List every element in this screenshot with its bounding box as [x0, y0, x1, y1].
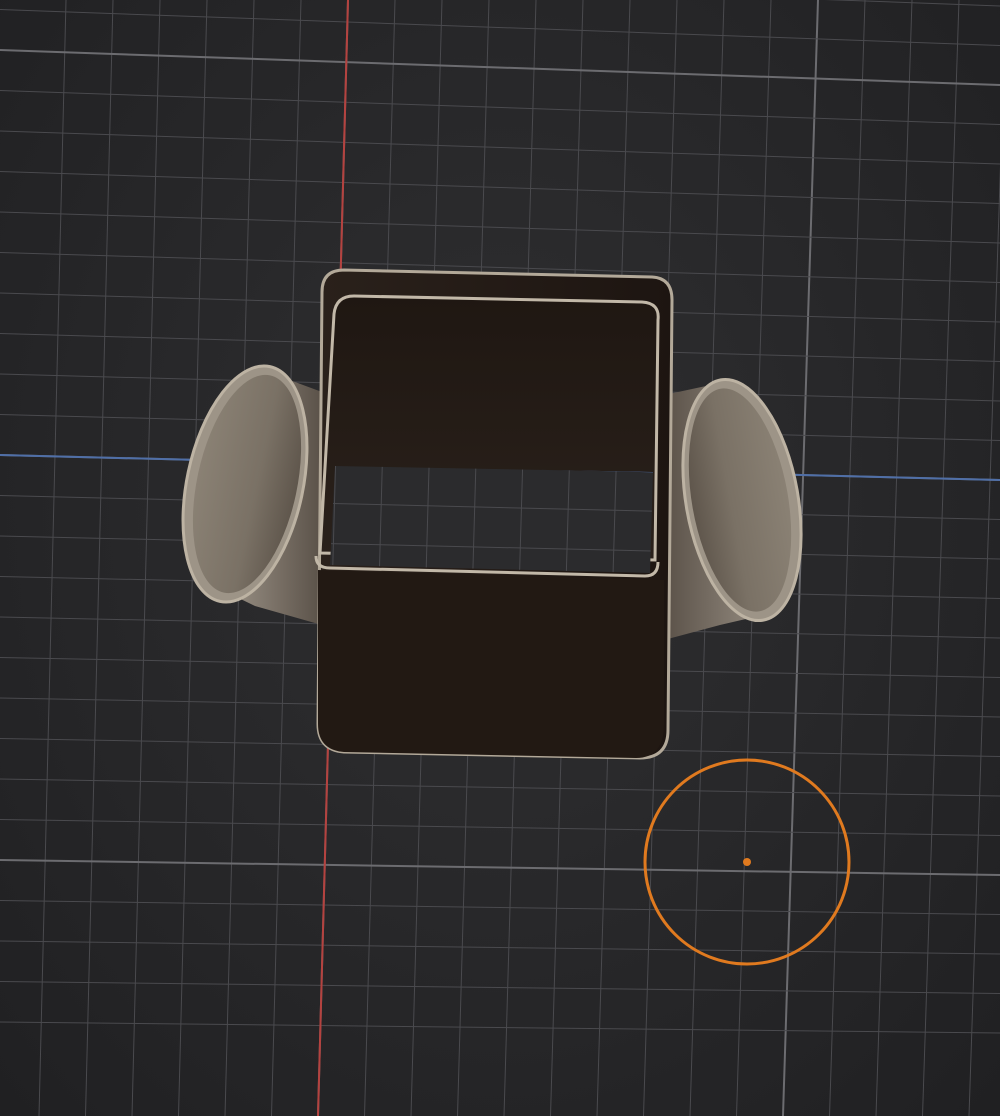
grid-line-horizontal — [0, 9, 1000, 46]
brush-center-dot — [743, 858, 751, 866]
grid-line-horizontal — [0, 940, 1000, 955]
grid-line-horizontal — [0, 981, 1000, 994]
grid-line-horizontal — [0, 171, 1000, 204]
grid-line-horizontal — [0, 130, 1000, 165]
grid-line-horizontal — [0, 49, 1000, 86]
grid-line-horizontal — [824, 0, 1000, 7]
grid-line-horizontal — [0, 211, 1000, 244]
left-round-opening — [181, 364, 322, 625]
grid-line-vertical — [829, 0, 866, 1116]
grid-line-horizontal — [0, 1021, 1000, 1034]
3d-viewport[interactable] — [0, 0, 1000, 1116]
grid-line-horizontal — [0, 900, 1000, 915]
grid-line-vertical — [85, 0, 114, 1116]
grid-line-vertical — [875, 0, 913, 1116]
viewport-canvas[interactable] — [0, 0, 1000, 1116]
square-pipe-body — [314, 268, 674, 760]
mesh-object[interactable] — [0, 0, 1000, 1116]
grid-line-vertical — [38, 0, 67, 1116]
grid-line-horizontal — [0, 819, 1000, 836]
grid-line-vertical — [131, 0, 161, 1116]
right-round-opening — [664, 377, 803, 640]
grid-line-horizontal — [0, 778, 1000, 797]
grid-line-horizontal — [0, 90, 1000, 125]
